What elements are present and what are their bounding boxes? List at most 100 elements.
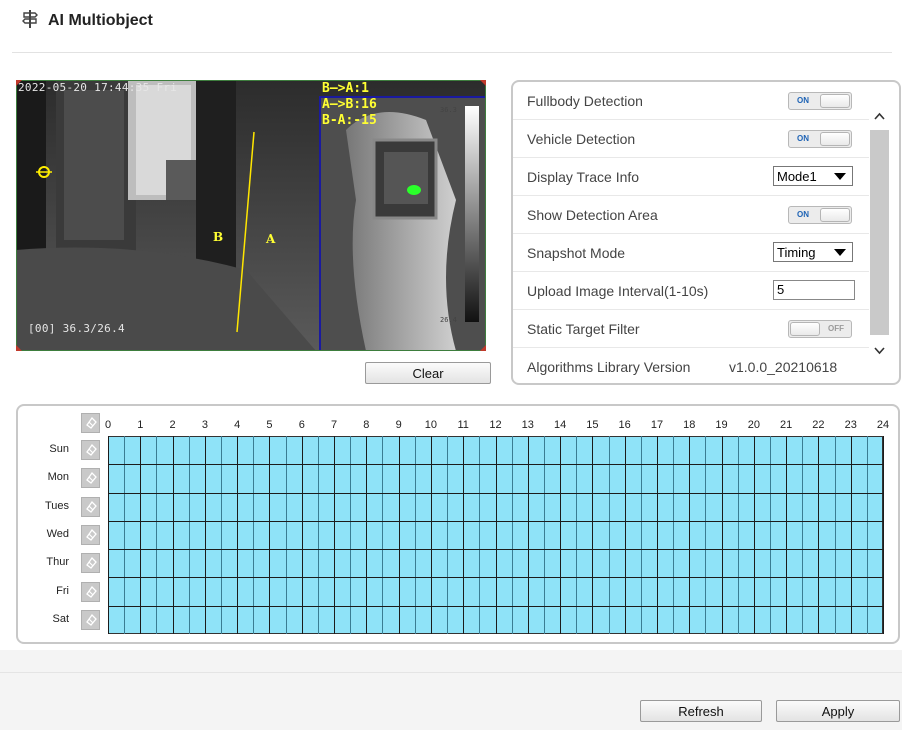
eraser-icon — [86, 557, 97, 570]
hour-label: 15 — [586, 419, 599, 431]
count-b-to-a: B—>A:1 — [322, 81, 369, 96]
grid-line — [108, 436, 109, 634]
hour-label: 23 — [844, 419, 857, 431]
apply-button[interactable]: Apply — [776, 700, 900, 722]
weekly-schedule-grid: 0 1 2 3 4 5 6 7 8 9 10 11 12 13 14 15 16 17 18 19 20 21 22 23 24… — [16, 404, 900, 644]
clear-button[interactable]: Clear — [365, 362, 491, 384]
footer-band — [0, 650, 902, 730]
setting-row-trace-info: Display Trace Info Mode1 — [513, 158, 869, 196]
grid-line — [543, 436, 545, 634]
grid-line — [753, 436, 755, 634]
setting-row-upload-interval: Upload Image Interval(1-10s) 5 — [513, 272, 869, 310]
day-label-wed: Wed — [46, 528, 69, 540]
grid-line — [430, 436, 432, 634]
scale-max-label: 36.3 — [440, 106, 457, 114]
day-eraser-button-fri[interactable] — [81, 581, 100, 602]
grid-line — [640, 436, 642, 634]
hour-label: 14 — [553, 419, 567, 431]
eraser-icon — [86, 416, 97, 429]
live-video-preview[interactable]: 2022-05-20 17:44:35 Fri [00] 36.3/26.4 B… — [16, 80, 486, 351]
setting-row-fullbody: Fullbody Detection ON — [513, 82, 869, 120]
day-label-tues: Tues — [44, 499, 69, 512]
grid-line — [285, 436, 287, 634]
grid-line — [576, 436, 578, 634]
detection-settings-panel: Fullbody Detection ON Vehicle Detection … — [511, 80, 901, 385]
grid-line — [414, 436, 416, 634]
grid-line — [866, 436, 868, 634]
select-value: Timing — [777, 245, 816, 260]
display-trace-info-select[interactable]: Mode1 — [773, 166, 853, 186]
day-eraser-button-sun[interactable] — [81, 440, 100, 461]
hour-label: 7 — [330, 419, 338, 431]
grid-line — [802, 436, 804, 634]
hour-label: 20 — [747, 419, 760, 431]
day-eraser-button-mon[interactable] — [81, 468, 100, 489]
grid-line — [624, 436, 626, 634]
grid-line — [883, 436, 884, 634]
grid-line — [269, 436, 271, 634]
hour-label: 12 — [489, 419, 502, 431]
day-eraser-button-sat[interactable] — [81, 609, 100, 630]
grid-line — [592, 436, 594, 634]
scrollbar-thumb[interactable] — [870, 130, 889, 335]
day-label-sun: Sun — [49, 443, 69, 456]
grid-line — [108, 577, 883, 579]
scroll-up-icon[interactable] — [873, 110, 886, 123]
grid-line — [527, 436, 529, 634]
toggle-state-text: ON — [797, 96, 809, 105]
grid-line — [818, 436, 820, 634]
grid-line — [221, 436, 223, 634]
static-target-filter-toggle[interactable]: OFF — [788, 320, 852, 338]
grid-line — [124, 436, 126, 634]
static-target-filter-label: Static Target Filter — [527, 321, 640, 337]
footer-divider — [0, 672, 902, 673]
grid-line — [786, 436, 788, 634]
scroll-down-icon[interactable] — [873, 344, 886, 357]
grid-line — [560, 436, 562, 634]
eraser-icon — [86, 613, 97, 626]
grid-line — [108, 464, 883, 466]
count-a-to-b: A—>B:16 — [322, 97, 377, 112]
grid-line — [366, 436, 368, 634]
line-label-a: A — [266, 232, 276, 246]
hour-label: 16 — [618, 419, 631, 431]
grid-line — [769, 436, 771, 634]
day-label-thur: Thur — [46, 556, 69, 569]
day-eraser-button-thur[interactable] — [81, 553, 100, 574]
day-eraser-button-wed[interactable] — [81, 525, 100, 545]
grid-line — [705, 436, 707, 634]
day-eraser-button-tues[interactable] — [81, 496, 100, 517]
grid-line — [721, 436, 723, 634]
hour-label: 19 — [715, 419, 728, 431]
grid-line — [511, 436, 513, 634]
refresh-button[interactable]: Refresh — [640, 700, 762, 722]
vehicle-detection-toggle[interactable]: ON — [788, 130, 852, 148]
day-label-sat: Sat — [52, 612, 69, 625]
snapshot-mode-select[interactable]: Timing — [773, 242, 853, 262]
grid-line — [108, 520, 883, 522]
hour-label: 4 — [234, 419, 241, 431]
eraser-icon — [86, 472, 97, 485]
eraser-icon — [86, 585, 97, 598]
line-label-b: B — [213, 230, 224, 244]
day-label-fri: Fri — [56, 584, 69, 597]
toggle-knob — [820, 208, 850, 222]
eraser-icon — [86, 444, 97, 457]
grid-line — [850, 436, 852, 634]
display-trace-info-label: Display Trace Info — [527, 169, 640, 185]
show-detection-area-toggle[interactable]: ON — [788, 206, 852, 224]
scale-min-label: 26.4 — [440, 316, 457, 324]
fullbody-detection-toggle[interactable]: ON — [788, 92, 852, 110]
hour-label: 2 — [169, 419, 176, 431]
dropdown-arrow-icon — [834, 173, 846, 180]
algorithms-version-value: v1.0.0_20210618 — [729, 359, 838, 375]
grid-line — [834, 436, 836, 634]
signpost-icon — [22, 10, 38, 28]
hour-label: 17 — [650, 419, 664, 431]
grid-line — [188, 436, 190, 634]
grid-line — [673, 436, 675, 634]
upload-interval-input[interactable]: 5 — [773, 280, 855, 300]
hour-label: 9 — [395, 419, 402, 431]
ai-multiobject-page: AI Multiobject 2022-05-20 17:44:35 Fri [… — [0, 0, 902, 730]
header-divider — [12, 52, 892, 53]
